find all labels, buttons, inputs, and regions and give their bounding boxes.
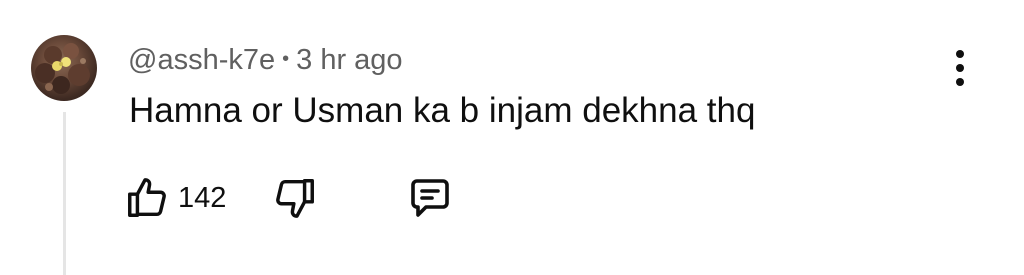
meta-separator: • [282,47,290,70]
avatar[interactable] [31,35,97,101]
thumbs-up-icon [124,175,170,221]
thumbs-down-icon [272,175,318,221]
author-handle[interactable]: @assh-k7e [128,44,275,77]
more-vertical-icon-dot [956,64,964,72]
comment-header: @assh-k7e • 3 hr ago [128,40,403,80]
reply-thread-line [63,112,66,275]
reply-comment-icon [406,174,454,222]
like-count: 142 [178,181,227,214]
like-button[interactable]: 142 [124,170,226,226]
avatar-image [35,43,90,94]
dislike-button[interactable] [272,170,318,226]
comment-text: Hamna or Usman ka b injam dekhna thq [129,91,756,130]
comment-menu-button[interactable] [940,42,980,94]
more-vertical-icon-dot [956,78,964,86]
comment-timestamp: 3 hr ago [296,43,403,76]
reply-button[interactable] [406,170,454,226]
more-vertical-icon [956,50,964,58]
